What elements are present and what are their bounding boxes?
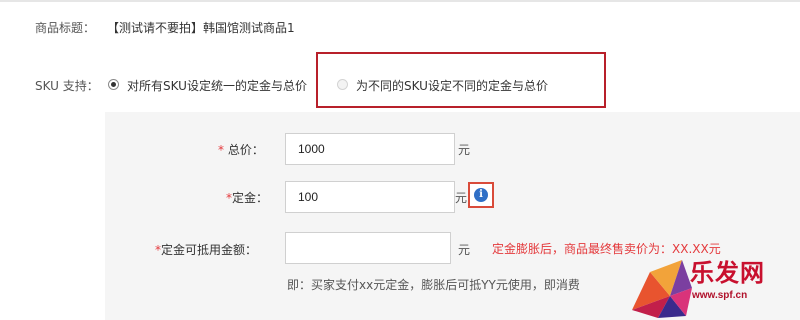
sku-per-sku-radio[interactable] [337,79,348,90]
product-title-value: 【测试请不要拍】韩国馆测试商品1 [107,21,295,35]
sku-unified-radio[interactable] [108,79,119,90]
watermark-text: 乐发网 [690,258,765,287]
deductible-hint-text: 即：买家支付xx元定金，膨胀后可抵YY元使用，即消费 [287,278,580,292]
sku-unified-label[interactable]: 对所有SKU设定统一的定金与总价 [127,77,307,94]
sku-per-sku-label[interactable]: 为不同的SKU设定不同的定金与总价 [356,77,548,94]
product-title-label: 商品标题： [35,21,96,35]
deductible-amount-label-text: 定金可抵用金额： [161,243,258,257]
deposit-unit: 元 [455,191,468,205]
deposit-label-text: 定金： [232,191,269,205]
total-price-label: * 总价： [218,141,264,158]
watermark-url: www.spf.cn [692,290,748,301]
deposit-input[interactable] [285,181,455,213]
top-divider [0,0,800,2]
deposit-info-button[interactable]: i [468,182,494,208]
total-price-unit: 元 [458,143,471,157]
total-price-input[interactable] [285,133,455,165]
sku-support-label: SKU 支持： [35,79,99,93]
info-icon: i [474,188,488,202]
total-price-label-text: 总价： [224,143,264,157]
deductible-amount-unit: 元 [458,243,471,257]
deposit-label: *定金： [226,189,268,206]
deductible-amount-input[interactable] [285,232,451,264]
deductible-amount-label: *定金可抵用金额： [155,241,257,258]
